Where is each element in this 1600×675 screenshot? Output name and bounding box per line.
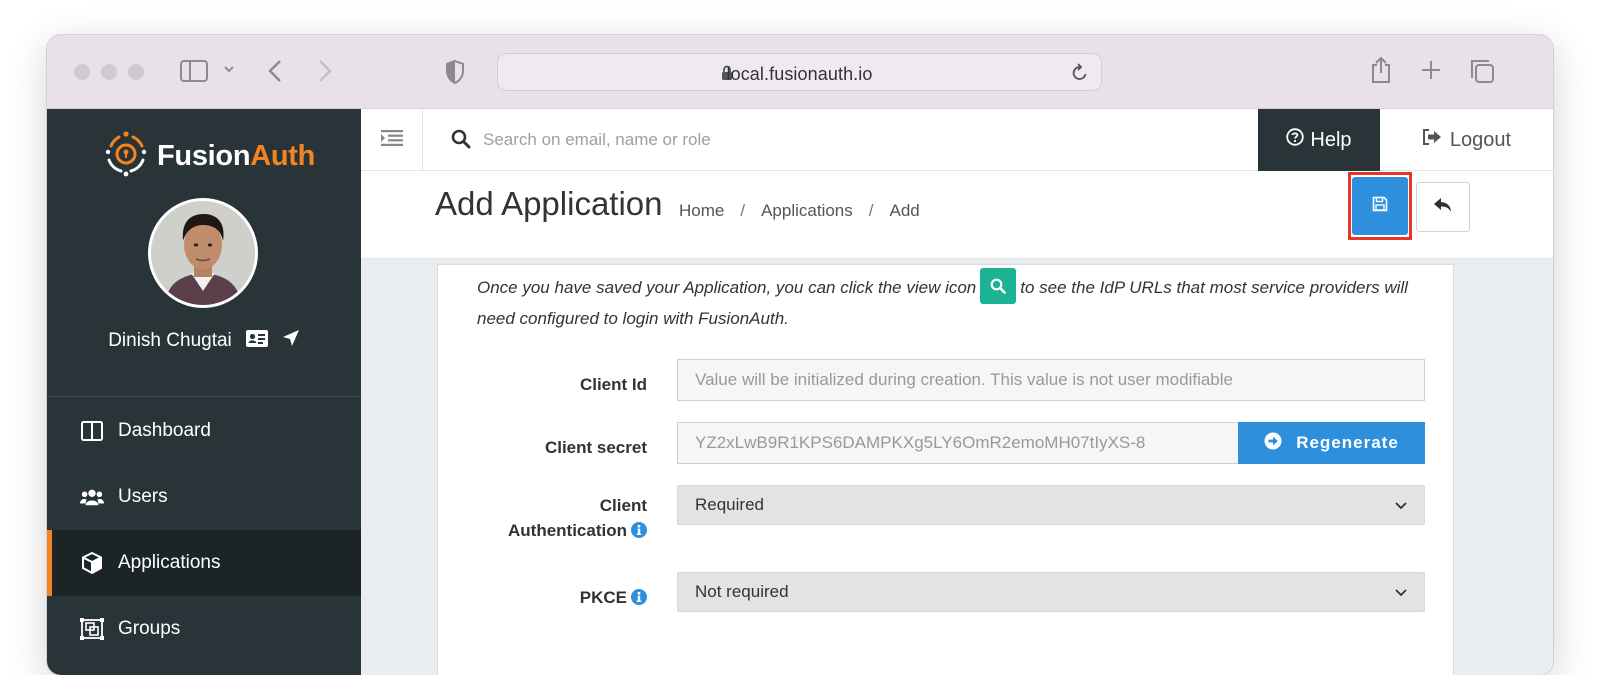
help-label: Help	[1310, 128, 1352, 151]
location-arrow-icon[interactable]	[282, 329, 300, 353]
object-group-icon	[80, 618, 104, 640]
indent-icon	[380, 129, 403, 151]
logo-wordmark: FusionAuth	[157, 140, 315, 173]
new-tab-icon[interactable]	[1420, 59, 1442, 81]
logout-label: Logout	[1449, 128, 1512, 151]
sidebar-item-label: Users	[118, 486, 168, 507]
url-text: local.fusionauth.io	[726, 64, 873, 84]
help-button[interactable]: Help	[1258, 109, 1380, 171]
sidebar-item-label: Dashboard	[118, 420, 211, 441]
arrow-circle-right-icon	[1264, 432, 1282, 455]
search-icon	[451, 129, 471, 154]
top-bar: Help Logout	[361, 109, 1553, 171]
client-authentication-select[interactable]: Required	[677, 485, 1425, 525]
zoom-window-button[interactable]	[128, 64, 144, 80]
client-authentication-label: Client Authentication	[508, 493, 647, 545]
form-panel: Once you have saved your Application, yo…	[437, 264, 1454, 675]
pkce-label: PKCE	[580, 585, 647, 612]
floppy-disk-icon	[1372, 196, 1388, 217]
sidebar: FusionAuth Dinish Chugtai Dashboard User…	[47, 109, 361, 675]
breadcrumb-home[interactable]: Home	[679, 201, 724, 221]
pkce-select[interactable]: Not required	[677, 572, 1425, 612]
client-authentication-value: Required	[695, 495, 764, 514]
regenerate-label: Regenerate	[1296, 433, 1399, 452]
page-header: Add Application Home / Applications / Ad…	[361, 171, 1553, 259]
sidebar-item-dashboard[interactable]: Dashboard	[47, 398, 361, 464]
search-input[interactable]	[483, 123, 1083, 157]
info-message: Once you have saved your Application, yo…	[477, 267, 1437, 334]
share-icon[interactable]	[1370, 56, 1392, 84]
shield-icon[interactable]	[445, 59, 465, 85]
sidebar-toggle-icon[interactable]	[180, 60, 208, 82]
save-button[interactable]	[1352, 177, 1408, 235]
client-secret-field: YZ2xLwB9R1KPS6DAMPKXg5LY6OmR2emoMH07tIyX…	[677, 422, 1239, 464]
menu-toggle-button[interactable]	[361, 109, 423, 171]
sidebar-item-users[interactable]: Users	[47, 464, 361, 530]
client-id-label: Client Id	[579, 375, 647, 394]
sidebar-item-groups[interactable]: Groups	[47, 596, 361, 662]
sidebar-divider	[47, 396, 361, 397]
page-title: Add Application	[435, 185, 663, 222]
main-content: Once you have saved your Application, yo…	[361, 259, 1553, 675]
minimize-window-button[interactable]	[101, 64, 117, 80]
user-info: Dinish Chugtai	[47, 329, 361, 353]
sidebar-item-label: Groups	[118, 618, 181, 639]
back-button[interactable]	[1416, 182, 1470, 232]
client-secret-label: Client secret	[544, 438, 647, 457]
logout-button[interactable]: Logout	[1380, 109, 1553, 171]
id-card-icon[interactable]	[245, 329, 268, 353]
fusionauth-logo[interactable]: FusionAuth	[103, 130, 315, 183]
breadcrumb-separator: /	[868, 201, 874, 220]
logo-fusion: Fusion	[157, 139, 251, 172]
forward-arrow-icon[interactable]	[317, 58, 333, 84]
back-arrow-icon[interactable]	[267, 58, 283, 84]
info-circle-icon[interactable]	[631, 587, 647, 612]
browser-toolbar: local.fusionauth.io	[47, 35, 1553, 109]
logo-auth: Auth	[250, 139, 316, 172]
chevron-down-icon[interactable]	[223, 64, 235, 74]
reply-icon	[1433, 197, 1453, 218]
address-bar[interactable]: local.fusionauth.io	[497, 53, 1102, 91]
breadcrumb-separator: /	[740, 201, 746, 220]
tab-overview-icon[interactable]	[1469, 58, 1495, 84]
question-circle-icon	[1286, 128, 1305, 152]
chevron-down-icon	[1395, 495, 1407, 515]
avatar[interactable]	[148, 198, 258, 308]
pkce-value: Not required	[695, 582, 789, 601]
chevron-down-icon	[1395, 582, 1407, 602]
client-auth-label-line2: Authentication	[508, 521, 627, 540]
browser-window: local.fusionauth.io FusionAuth Dinish Ch…	[47, 35, 1553, 675]
breadcrumb: Home / Applications / Add	[679, 201, 920, 221]
columns-icon	[80, 421, 104, 441]
user-name: Dinish Chugtai	[108, 330, 232, 351]
fusionauth-logo-icon	[103, 130, 149, 183]
close-window-button[interactable]	[74, 64, 90, 80]
sidebar-item-label: Applications	[118, 552, 221, 573]
view-icon-chip	[980, 267, 1017, 304]
client-auth-label-line1: Client	[599, 496, 647, 515]
sign-out-icon	[1422, 128, 1442, 152]
client-id-field: Value will be initialized during creatio…	[677, 359, 1425, 401]
sidebar-item-applications[interactable]: Applications	[47, 530, 361, 596]
pkce-label-text: PKCE	[579, 588, 627, 607]
reload-icon[interactable]	[1071, 63, 1089, 83]
info-circle-icon[interactable]	[631, 520, 647, 545]
breadcrumb-applications[interactable]: Applications	[761, 201, 853, 221]
breadcrumb-add: Add	[889, 201, 920, 220]
cube-icon	[80, 552, 104, 574]
users-icon	[80, 487, 104, 507]
regenerate-button[interactable]: Regenerate	[1238, 422, 1425, 464]
info-text-before: Once you have saved your Application, yo…	[477, 278, 977, 297]
